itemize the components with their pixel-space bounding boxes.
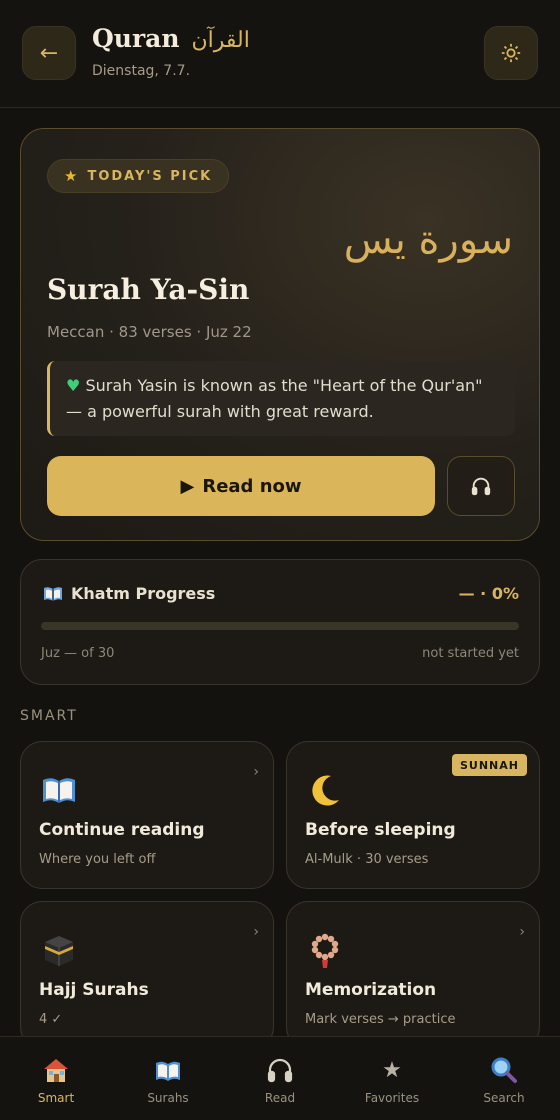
sun-gear-icon xyxy=(501,43,521,63)
read-now-label: Read now xyxy=(202,475,302,497)
smart-card-memorization[interactable]: › Memorization Mark verses → practice xyxy=(286,901,540,1049)
khatm-progress-card[interactable]: Khatm Progress — · 0% Juz — of 30 not st… xyxy=(20,559,540,685)
todays-pick-card[interactable]: ★ TODAY'S PICK سورة يس Surah Ya-Sin Mecc… xyxy=(20,128,540,541)
app-header: ← Quran القرآن Dienstag, 7.7. xyxy=(0,0,560,108)
surah-meta: Meccan · 83 verses · Juz 22 xyxy=(47,323,252,341)
sunnah-badge: SUNNAH xyxy=(452,754,527,776)
todays-pick-badge: ★ TODAY'S PICK xyxy=(47,159,230,193)
surah-name: Surah Ya-Sin xyxy=(47,273,250,306)
chevron-right-icon: › xyxy=(253,764,259,780)
back-button[interactable]: ← xyxy=(22,26,76,80)
card-title: Memorization xyxy=(305,980,437,1000)
khatm-juz-label: Juz — of 30 xyxy=(41,646,115,661)
bottom-navigation: Smart Surahs Read ★ Favorites Search xyxy=(0,1036,560,1120)
nav-item-search[interactable]: Search xyxy=(448,1037,560,1120)
nav-label: Favorites xyxy=(364,1091,420,1105)
card-title: Continue reading xyxy=(39,820,205,840)
header-date: Dienstag, 7.7. xyxy=(92,63,191,79)
surah-arabic-name: سورة يس xyxy=(343,217,513,263)
nav-item-read[interactable]: Read xyxy=(224,1037,336,1120)
card-subtitle: Al-Mulk · 30 verses xyxy=(305,852,429,867)
nav-label: Search xyxy=(483,1091,525,1105)
quote-text: Surah Yasin is known as the "Heart of th… xyxy=(66,376,483,421)
khatm-status: not started yet xyxy=(422,646,519,661)
surah-quote: ♥ Surah Yasin is known as the "Heart of … xyxy=(47,361,515,436)
card-subtitle: Mark verses → practice xyxy=(305,1012,456,1027)
smart-card-before-sleeping[interactable]: SUNNAH Before sleeping Al-Mulk · 30 vers… xyxy=(286,741,540,889)
nav-label: Read xyxy=(264,1091,296,1105)
khatm-progress-bar xyxy=(41,622,519,630)
card-subtitle: 4 ✓ xyxy=(39,1012,63,1027)
section-label-smart: SMART xyxy=(20,708,78,724)
headphones-icon xyxy=(471,477,491,496)
nav-item-surahs[interactable]: Surahs xyxy=(112,1037,224,1120)
play-icon: ▶ xyxy=(180,475,195,497)
star-icon: ★ xyxy=(382,1057,402,1083)
khatm-title-label: Khatm Progress xyxy=(71,584,216,603)
house-icon xyxy=(44,1059,68,1082)
card-title: Before sleeping xyxy=(305,820,456,840)
khatm-percent: — · 0% xyxy=(458,584,519,603)
smart-card-continue-reading[interactable]: › Continue reading Where you left off xyxy=(20,741,274,889)
chevron-right-icon: › xyxy=(253,924,259,940)
read-now-button[interactable]: ▶ Read now xyxy=(47,456,435,516)
kaaba-icon xyxy=(45,936,73,966)
settings-button[interactable] xyxy=(484,26,538,80)
page-title: Quran xyxy=(92,24,180,53)
green-heart-icon: ♥ xyxy=(66,376,81,395)
card-subtitle: Where you left off xyxy=(39,852,156,867)
crescent-moon-icon xyxy=(312,775,339,806)
headphones-icon xyxy=(267,1058,293,1083)
smart-card-hajj-surahs[interactable]: › Hajj Surahs 4 ✓ xyxy=(20,901,274,1049)
open-book-icon xyxy=(43,778,75,803)
magnifier-icon xyxy=(491,1057,517,1083)
nav-label: Surahs xyxy=(147,1091,189,1105)
page-title-arabic: القرآن xyxy=(191,28,250,53)
card-title: Hajj Surahs xyxy=(39,980,149,1000)
book-icon xyxy=(156,1061,180,1081)
badge-label: TODAY'S PICK xyxy=(87,168,213,184)
arrow-left-icon: ← xyxy=(39,40,59,66)
chevron-right-icon: › xyxy=(519,924,525,940)
nav-item-favorites[interactable]: ★ Favorites xyxy=(336,1037,448,1120)
khatm-title: Khatm Progress xyxy=(43,584,215,603)
star-icon: ★ xyxy=(64,167,80,185)
nav-item-smart[interactable]: Smart xyxy=(0,1037,112,1120)
open-book-icon xyxy=(44,586,62,601)
header-title-block: Quran القرآن Dienstag, 7.7. xyxy=(92,24,250,79)
listen-button[interactable] xyxy=(447,456,515,516)
prayer-beads-icon xyxy=(311,933,339,968)
nav-label: Smart xyxy=(37,1091,75,1105)
